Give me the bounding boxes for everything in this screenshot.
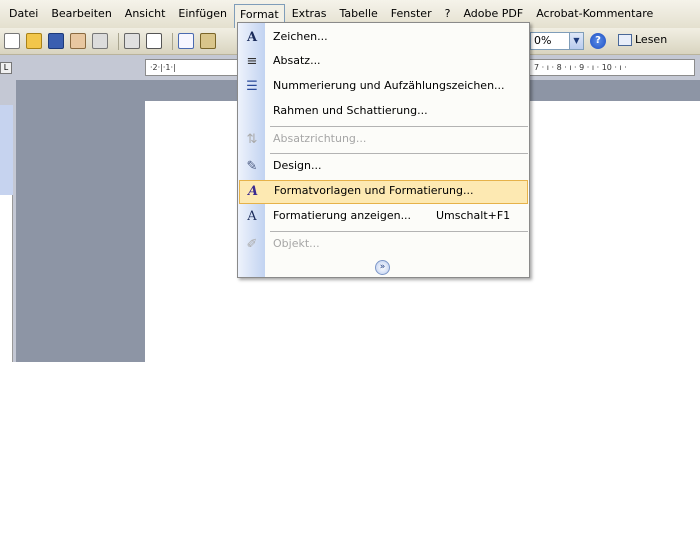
- styles-icon: A: [247, 184, 259, 199]
- menu-einfuegen[interactable]: Einfügen: [172, 4, 233, 24]
- menu-item-design[interactable]: ✎ Design...: [238, 155, 529, 179]
- object-icon: ✐: [246, 237, 258, 252]
- spelling-icon[interactable]: [178, 33, 194, 49]
- menu-separator: [270, 231, 528, 232]
- toolbar-separator: [172, 33, 173, 50]
- research-icon[interactable]: [200, 33, 216, 49]
- save-icon[interactable]: [48, 33, 64, 49]
- zoom-value: 0%: [534, 34, 552, 47]
- shortcut-label: Umschalt+F1: [436, 209, 511, 222]
- menu-help[interactable]: ?: [439, 4, 457, 24]
- ruler-ticks-left: ·2·|·1·|: [150, 63, 176, 72]
- open-folder-icon[interactable]: [26, 33, 42, 49]
- format-menu: A Zeichen... ≡ Absatz... ☰ Nummerierung …: [237, 22, 530, 278]
- menu-datei[interactable]: Datei: [3, 4, 44, 24]
- permission-icon[interactable]: [70, 33, 86, 49]
- menu-fenster[interactable]: Fenster: [385, 4, 438, 24]
- menu-separator: [270, 126, 528, 127]
- menu-bearbeiten[interactable]: Bearbeiten: [45, 4, 117, 24]
- design-icon: ✎: [246, 159, 258, 174]
- zoom-dropdown-icon[interactable]: ▼: [569, 33, 583, 49]
- expand-chevron-icon[interactable]: »: [375, 260, 390, 275]
- ruler-ticks-right: 7 · ı · 8 · ı · 9 · ı · 10 · ı ·: [534, 63, 627, 72]
- menu-item-absatz[interactable]: ≡ Absatz...: [238, 50, 529, 74]
- menu-tabelle[interactable]: Tabelle: [334, 4, 384, 24]
- menu-item-absatzrichtung: ⇅ Absatzrichtung...: [238, 128, 529, 152]
- menu-acrobat-kommentare[interactable]: Acrobat-Kommentare: [530, 4, 659, 24]
- print-icon[interactable]: [92, 33, 108, 49]
- character-icon: A: [246, 30, 258, 45]
- reveal-formatting-icon: A: [247, 209, 257, 224]
- numbering-icon: ☰: [246, 79, 258, 94]
- read-label: Lesen: [635, 33, 668, 46]
- text-direction-icon: ⇅: [246, 132, 258, 147]
- toolbar-separator: [118, 33, 119, 50]
- menu-separator: [270, 153, 528, 154]
- new-document-icon[interactable]: [4, 33, 20, 49]
- book-icon: [618, 33, 632, 46]
- menu-extras[interactable]: Extras: [286, 4, 333, 24]
- menu-adobe-pdf[interactable]: Adobe PDF: [457, 4, 529, 24]
- help-icon[interactable]: ?: [590, 33, 606, 49]
- menu-item-rahmen[interactable]: Rahmen und Schattierung...: [238, 100, 529, 124]
- menu-item-nummerierung[interactable]: ☰ Nummerierung und Aufzählungszeichen...: [238, 75, 529, 99]
- menu-ansicht[interactable]: Ansicht: [119, 4, 172, 24]
- menu-item-objekt: ✐ Objekt...: [238, 233, 529, 257]
- paragraph-icon: ≡: [246, 54, 258, 69]
- search-preview-icon[interactable]: [146, 33, 162, 49]
- menu-item-zeichen[interactable]: A Zeichen...: [238, 26, 529, 50]
- read-button[interactable]: Lesen: [618, 33, 667, 46]
- tab-selector[interactable]: L: [0, 62, 12, 74]
- menu-item-formatvorlagen[interactable]: A Formatvorlagen und Formatierung...: [239, 180, 528, 204]
- menu-item-formatierung-anzeigen[interactable]: A Formatierung anzeigen... Umschalt+F1: [238, 205, 529, 229]
- vertical-ruler-margin: [0, 105, 13, 195]
- print-preview-icon[interactable]: [124, 33, 140, 49]
